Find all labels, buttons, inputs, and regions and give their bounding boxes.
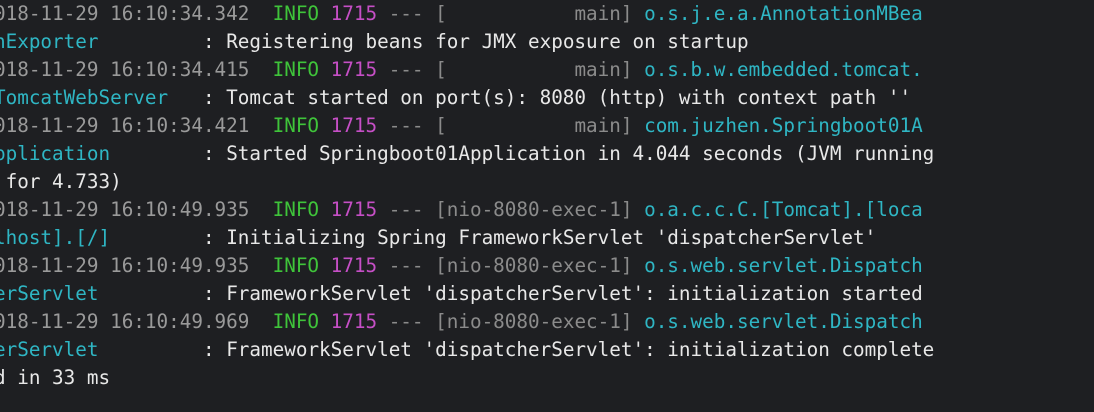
log-logger: o.a.c.c.C.[Tomcat].[loca bbox=[644, 198, 923, 221]
log-thread: [nio-8080-exec-1] bbox=[435, 198, 633, 221]
log-timestamp: 018-11-29 16:10:49.969 bbox=[0, 310, 250, 333]
log-message: FrameworkServlet 'dispatcherServlet': in… bbox=[226, 338, 935, 361]
log-line: 018-11-29 16:10:34.421 INFO 1715 --- [ m… bbox=[0, 112, 1094, 140]
log-logger-wrap: TomcatWebServer bbox=[0, 86, 169, 109]
log-message-wrap: d in 33 ms bbox=[0, 366, 111, 389]
log-pid: 1715 bbox=[330, 58, 378, 81]
log-logger-wrap: erServlet bbox=[0, 282, 99, 305]
log-colon: : bbox=[202, 338, 215, 361]
log-logger: o.s.web.servlet.Dispatch bbox=[644, 310, 923, 333]
log-logger: o.s.b.w.embedded.tomcat. bbox=[644, 58, 923, 81]
log-message: Registering beans for JMX exposure on st… bbox=[226, 30, 749, 53]
log-logger-wrap: lhost].[/] bbox=[0, 226, 111, 249]
log-logger: o.s.web.servlet.Dispatch bbox=[644, 254, 923, 277]
log-line: d in 33 ms bbox=[0, 364, 1094, 392]
log-output: 018-11-29 16:10:34.342 INFO 1715 --- [ m… bbox=[0, 0, 1094, 392]
log-timestamp: 018-11-29 16:10:49.935 bbox=[0, 254, 250, 277]
log-message: Initializing Spring FrameworkServlet 'di… bbox=[226, 226, 877, 249]
log-separator: --- bbox=[388, 114, 424, 137]
log-timestamp: 018-11-29 16:10:34.421 bbox=[0, 114, 250, 137]
log-logger: o.s.j.e.a.AnnotationMBea bbox=[644, 2, 923, 25]
log-pid: 1715 bbox=[330, 310, 378, 333]
log-thread: [ main] bbox=[435, 114, 633, 137]
log-logger-wrap: nExporter bbox=[0, 30, 99, 53]
log-line: erServlet : FrameworkServlet 'dispatcher… bbox=[0, 336, 1094, 364]
log-level: INFO bbox=[272, 254, 320, 277]
log-thread: [nio-8080-exec-1] bbox=[435, 310, 633, 333]
log-colon: : bbox=[202, 142, 215, 165]
log-thread: [ main] bbox=[435, 2, 633, 25]
log-line: 018-11-29 16:10:34.415 INFO 1715 --- [ m… bbox=[0, 56, 1094, 84]
log-pid: 1715 bbox=[330, 2, 378, 25]
log-message: Tomcat started on port(s): 8080 (http) w… bbox=[226, 86, 912, 109]
log-colon: : bbox=[202, 282, 215, 305]
log-pid: 1715 bbox=[330, 114, 378, 137]
log-level: INFO bbox=[272, 58, 320, 81]
log-level: INFO bbox=[272, 2, 320, 25]
log-line: for 4.733) bbox=[0, 168, 1094, 196]
log-separator: --- bbox=[388, 58, 424, 81]
log-level: INFO bbox=[272, 198, 320, 221]
log-line: erServlet : FrameworkServlet 'dispatcher… bbox=[0, 280, 1094, 308]
log-line: 018-11-29 16:10:49.969 INFO 1715 --- [ni… bbox=[0, 308, 1094, 336]
log-message-wrap: for 4.733) bbox=[0, 170, 122, 193]
log-line: pplication : Started Springboot01Applica… bbox=[0, 140, 1094, 168]
log-colon: : bbox=[202, 30, 215, 53]
log-colon: : bbox=[202, 226, 215, 249]
log-message: Started Springboot01Application in 4.044… bbox=[226, 142, 935, 165]
log-message: FrameworkServlet 'dispatcherServlet': in… bbox=[226, 282, 923, 305]
terminal-window[interactable]: 018-11-29 16:10:34.342 INFO 1715 --- [ m… bbox=[0, 0, 1094, 412]
log-thread: [ main] bbox=[435, 58, 633, 81]
log-level: INFO bbox=[272, 310, 320, 333]
log-line: nExporter : Registering beans for JMX ex… bbox=[0, 28, 1094, 56]
log-logger: com.juzhen.Springboot01A bbox=[644, 114, 923, 137]
log-line: 018-11-29 16:10:34.342 INFO 1715 --- [ m… bbox=[0, 0, 1094, 28]
log-timestamp: 018-11-29 16:10:34.342 bbox=[0, 2, 250, 25]
log-line: 018-11-29 16:10:49.935 INFO 1715 --- [ni… bbox=[0, 252, 1094, 280]
log-line: TomcatWebServer : Tomcat started on port… bbox=[0, 84, 1094, 112]
log-separator: --- bbox=[388, 254, 424, 277]
log-line: 018-11-29 16:10:49.935 INFO 1715 --- [ni… bbox=[0, 196, 1094, 224]
log-logger-wrap: pplication bbox=[0, 142, 111, 165]
log-colon: : bbox=[202, 86, 215, 109]
log-pid: 1715 bbox=[330, 254, 378, 277]
log-logger-wrap: erServlet bbox=[0, 338, 99, 361]
log-level: INFO bbox=[272, 114, 320, 137]
log-separator: --- bbox=[388, 198, 424, 221]
log-timestamp: 018-11-29 16:10:34.415 bbox=[0, 58, 250, 81]
log-separator: --- bbox=[388, 310, 424, 333]
log-separator: --- bbox=[388, 2, 424, 25]
log-pid: 1715 bbox=[330, 198, 378, 221]
log-timestamp: 018-11-29 16:10:49.935 bbox=[0, 198, 250, 221]
log-line: lhost].[/] : Initializing Spring Framewo… bbox=[0, 224, 1094, 252]
log-thread: [nio-8080-exec-1] bbox=[435, 254, 633, 277]
